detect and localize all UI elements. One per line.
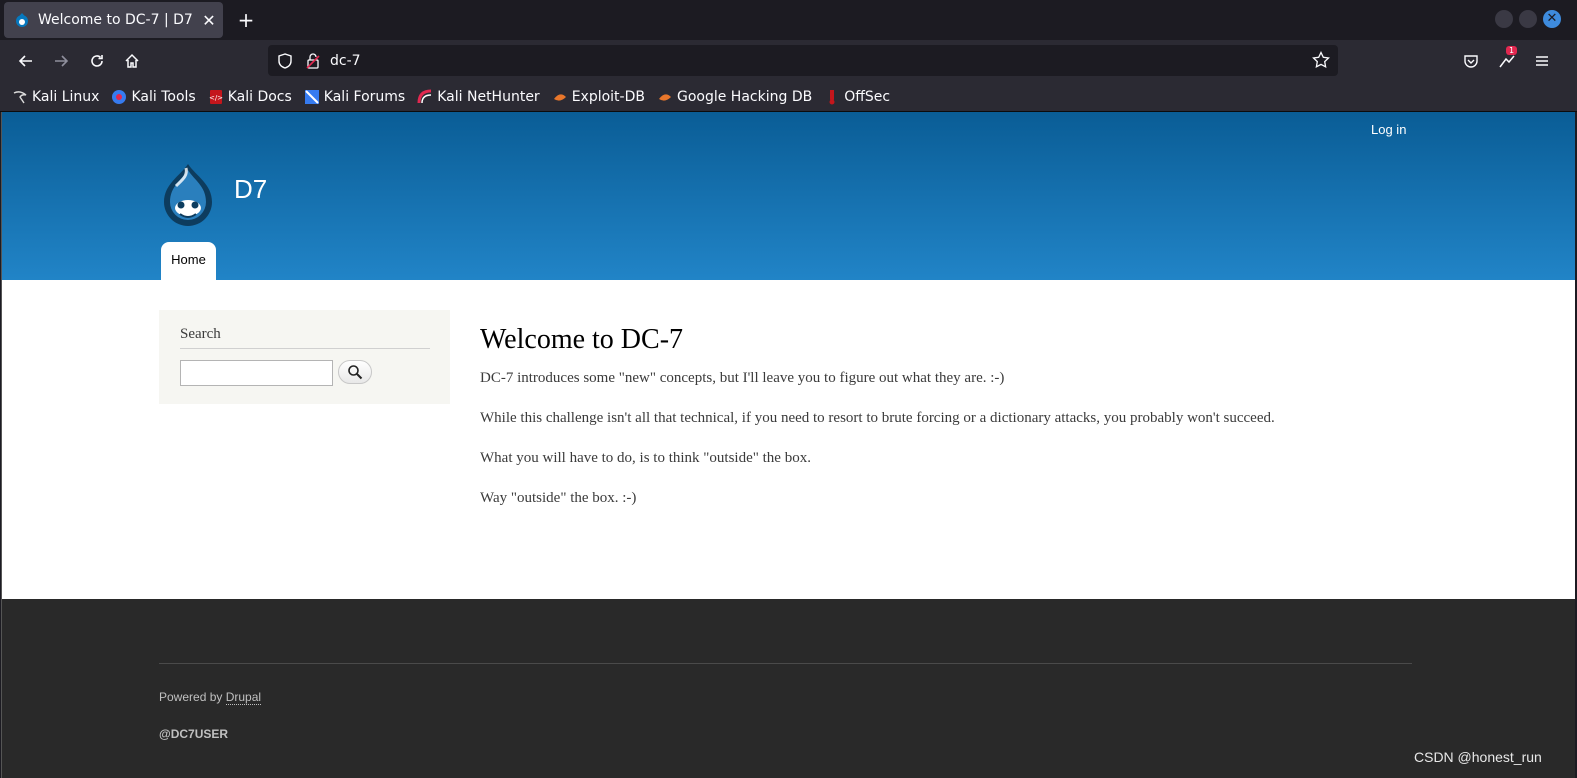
home-button[interactable]	[119, 48, 145, 74]
nav-tab-home[interactable]: Home	[161, 242, 216, 280]
reload-icon	[91, 55, 103, 67]
insecure-lock-icon[interactable]	[304, 52, 322, 70]
forward-arrow-icon	[55, 55, 69, 67]
new-tab-button[interactable]: +	[236, 8, 256, 32]
bookmark-label: Kali Forums	[323, 88, 406, 105]
exploit-db-icon	[553, 93, 566, 101]
drupal-logo-icon[interactable]	[158, 162, 218, 228]
pocket-icon	[1464, 55, 1478, 68]
reload-button[interactable]	[84, 48, 110, 74]
offsec-icon	[829, 89, 835, 104]
app-menu-button[interactable]	[1529, 48, 1555, 74]
url-input[interactable]	[330, 52, 1290, 69]
back-arrow-icon	[18, 55, 32, 67]
site-name[interactable]: D7	[234, 174, 267, 205]
site-footer: Powered by Drupal @DC7USER	[2, 599, 1575, 778]
bookmark-kali-forums[interactable]: Kali Forums	[304, 89, 405, 105]
home-icon	[125, 53, 139, 68]
bookmark-label: OffSec	[844, 88, 891, 105]
search-block: Search	[159, 310, 450, 404]
kali-forums-icon	[304, 89, 319, 104]
window-close-button[interactable]: ✕	[1543, 10, 1561, 28]
bookmark-label: Kali Linux	[32, 88, 100, 105]
maximize-button[interactable]	[1519, 10, 1537, 28]
bookmark-label: Kali Docs	[227, 88, 292, 105]
powered-by-text: Powered by	[159, 690, 226, 704]
login-link[interactable]: Log in	[1371, 122, 1406, 137]
url-bar[interactable]	[268, 45, 1338, 76]
paragraph-1: DC-7 introduces some "new" concepts, but…	[480, 370, 1005, 386]
back-button[interactable]	[13, 48, 39, 74]
tab-strip: Welcome to DC-7 | D7 ✕ + ✕	[0, 0, 1577, 40]
paragraph-4: Way "outside" the box. :-)	[480, 490, 637, 506]
tab-title: Welcome to DC-7 | D7	[38, 12, 193, 28]
hamburger-menu-icon	[1536, 56, 1548, 66]
forward-button[interactable]	[48, 48, 74, 74]
bookmark-exploit-db[interactable]: Exploit-DB	[552, 89, 645, 105]
powered-by: Powered by Drupal	[159, 690, 262, 705]
footer-divider	[159, 663, 1412, 664]
drupal-favicon-icon	[14, 12, 30, 28]
paragraph-2: While this challenge isn't all that tech…	[480, 410, 1275, 426]
bookmark-label: Kali Tools	[131, 88, 196, 105]
kali-tools-icon	[112, 89, 127, 104]
kali-docs-icon: </>	[209, 89, 223, 104]
extension-badge: 1	[1506, 46, 1518, 55]
main-content: Welcome to DC-7 DC-7 introduces some "ne…	[480, 324, 1480, 530]
search-block-title: Search	[180, 326, 221, 342]
search-button[interactable]	[338, 360, 372, 384]
paragraph-3: What you will have to do, is to think "o…	[480, 450, 811, 466]
kali-dragon-icon	[13, 90, 27, 103]
page-title: Welcome to DC-7	[480, 324, 684, 355]
bookmark-kali-linux[interactable]: Kali Linux	[12, 89, 99, 105]
divider	[180, 348, 430, 349]
browser-tab-active[interactable]: Welcome to DC-7 | D7 ✕	[4, 2, 223, 38]
web-page: Log in D7 Home Search Welcome to DC-7 DC…	[1, 112, 1575, 778]
extension-icon	[1499, 55, 1515, 68]
bookmark-offsec[interactable]: OffSec	[824, 89, 890, 105]
search-input[interactable]	[180, 360, 333, 386]
tracking-protection-shield-icon[interactable]	[276, 52, 294, 70]
svg-text:</>: </>	[209, 94, 223, 102]
drupal-link[interactable]: Drupal	[225, 690, 262, 705]
bookmark-label: Exploit-DB	[571, 88, 645, 105]
watermark: CSDN @honest_run	[1414, 749, 1542, 765]
footer-user: @DC7USER	[159, 727, 229, 741]
nethunter-icon	[417, 89, 432, 103]
pocket-button[interactable]	[1458, 48, 1484, 74]
bookmark-google-hacking-db[interactable]: Google Hacking DB	[657, 89, 812, 105]
bookmark-kali-nethunter[interactable]: Kali NetHunter	[417, 88, 540, 105]
search-icon	[348, 365, 363, 380]
ghdb-icon	[658, 93, 671, 101]
extension-button[interactable]: 1	[1494, 46, 1520, 74]
bookmarks-toolbar: Kali Linux Kali Tools </> Kali Docs Kali…	[0, 82, 1577, 112]
navigation-toolbar: 1	[0, 40, 1577, 82]
bookmark-label: Kali NetHunter	[437, 88, 540, 105]
site-header: Log in D7 Home	[2, 112, 1575, 280]
bookmark-kali-docs[interactable]: </> Kali Docs	[208, 89, 292, 105]
minimize-button[interactable]	[1495, 10, 1513, 28]
bookmark-kali-tools[interactable]: Kali Tools	[111, 88, 196, 105]
bookmark-label: Google Hacking DB	[676, 88, 813, 105]
bookmark-star-icon[interactable]	[1312, 50, 1330, 69]
tab-close-icon[interactable]: ✕	[195, 11, 223, 30]
